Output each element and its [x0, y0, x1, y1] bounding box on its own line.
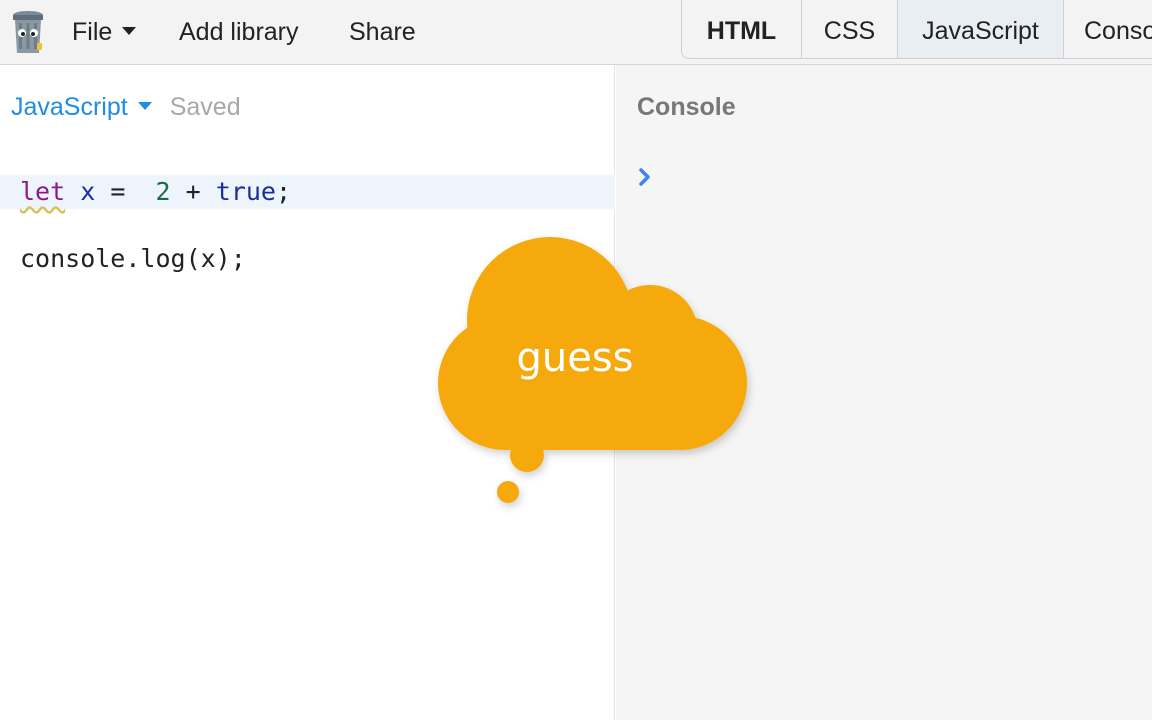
top-toolbar: File Add library Share HTML CSS JavaScri… [0, 0, 1152, 65]
add-library-button[interactable]: Add library [179, 0, 299, 64]
number-literal: 2 [155, 177, 171, 206]
file-menu-label: File [72, 18, 113, 46]
tab-console[interactable]: Console [1064, 0, 1152, 58]
thought-bubble: guess [420, 225, 760, 515]
tab-css[interactable]: CSS [802, 0, 898, 58]
chevron-down-icon [122, 27, 137, 36]
language-label: JavaScript [11, 93, 128, 121]
language-selector[interactable]: JavaScript [11, 93, 152, 121]
editor-header: JavaScript Saved [11, 93, 241, 123]
semicolon: ; [275, 177, 292, 206]
app-window: File Add library Share HTML CSS JavaScri… [0, 0, 1152, 720]
keyword-let: let [20, 177, 66, 206]
thought-text: guess [516, 335, 634, 381]
file-menu[interactable]: File [72, 0, 137, 64]
chevron-right-prompt-icon[interactable] [638, 167, 652, 187]
tab-javascript[interactable]: JavaScript [898, 0, 1064, 58]
share-button[interactable]: Share [349, 0, 416, 64]
trash-can-logo-icon[interactable] [10, 9, 46, 55]
operator-assign: = [110, 177, 126, 206]
variable-x: x [80, 177, 96, 206]
boolean-literal: true [215, 177, 276, 206]
code-line-1[interactable]: let x = 2 + true; [0, 175, 615, 209]
tab-html[interactable]: HTML [682, 0, 802, 58]
panel-tabs: HTML CSS JavaScript Console [681, 0, 1152, 59]
operator-plus: + [185, 177, 201, 206]
chevron-down-icon [137, 102, 152, 111]
console-title: Console [637, 93, 736, 121]
save-status: Saved [169, 93, 241, 121]
